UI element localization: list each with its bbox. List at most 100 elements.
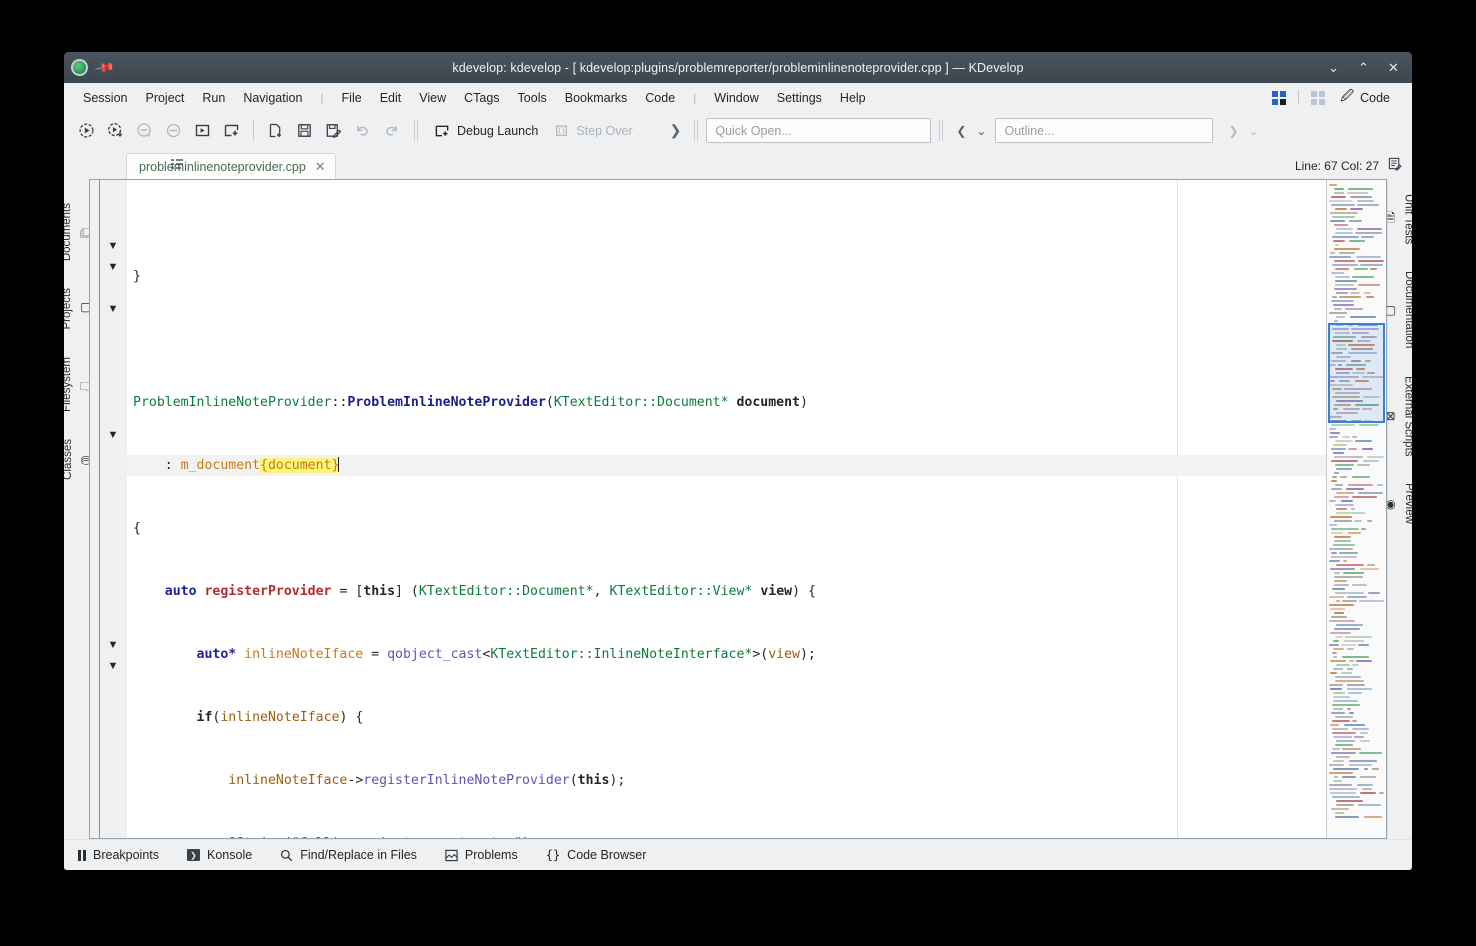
close-button[interactable]: ✕ bbox=[1386, 61, 1401, 74]
close-icon[interactable]: ✕ bbox=[315, 160, 326, 173]
debug-icon[interactable] bbox=[101, 118, 130, 144]
minimap-line bbox=[1335, 280, 1357, 282]
maximize-button[interactable]: ⌃ bbox=[1356, 61, 1371, 74]
minimap-line bbox=[1362, 448, 1373, 450]
sidebar-item-documents[interactable]: 🗇 Documents bbox=[64, 185, 92, 270]
fold-marker[interactable]: ▼ bbox=[106, 635, 120, 656]
minimap-line bbox=[1347, 648, 1354, 650]
tab-probleminlinenoteprovider-cpp[interactable]: probleminlinenoteprovider.cpp ✕ bbox=[126, 153, 336, 179]
editor-minimap[interactable] bbox=[1326, 180, 1386, 838]
minimap-line bbox=[1333, 760, 1344, 762]
bottombar-item-problems[interactable]: Problems bbox=[445, 848, 518, 862]
debug-launch-button[interactable]: Debug Launch bbox=[426, 120, 546, 142]
pause-icon bbox=[78, 849, 86, 861]
menu-file[interactable]: File bbox=[333, 88, 371, 108]
save-as-icon[interactable] bbox=[319, 118, 348, 144]
quick-open-input[interactable]: Quick Open... bbox=[706, 118, 932, 143]
area-mode-button[interactable]: 🖉 Code bbox=[1334, 87, 1396, 109]
menu-bookmarks[interactable]: Bookmarks bbox=[556, 88, 637, 108]
menu-view[interactable]: View bbox=[410, 88, 455, 108]
sidebar-item-projects[interactable]: ▢ Projects bbox=[64, 270, 92, 339]
minimap-viewport[interactable] bbox=[1328, 323, 1385, 423]
minimap-line bbox=[1377, 484, 1383, 486]
minimap-line bbox=[1330, 660, 1346, 662]
minimap-line bbox=[1348, 188, 1373, 190]
menu-run[interactable]: Run bbox=[193, 88, 234, 108]
minimize-button[interactable]: ⌄ bbox=[1326, 61, 1341, 74]
area-mode-label: Code bbox=[1360, 90, 1390, 105]
minimap-line bbox=[1341, 500, 1353, 502]
toolbar-overflow-button[interactable]: ❯ bbox=[665, 122, 687, 139]
minimap-line bbox=[1331, 424, 1355, 426]
editor-folding-column[interactable]: ▼ ▼ ▼ ▼ ▼ ▼ bbox=[100, 180, 127, 838]
menu-navigation[interactable]: Navigation bbox=[234, 88, 311, 108]
minimap-line bbox=[1335, 440, 1353, 442]
code-line: } bbox=[133, 269, 141, 284]
minimap-line bbox=[1333, 692, 1345, 694]
search-icon bbox=[280, 849, 293, 862]
new-file-icon[interactable] bbox=[261, 118, 290, 144]
minimap-line bbox=[1334, 540, 1351, 542]
menu-help[interactable]: Help bbox=[831, 88, 875, 108]
sidebar-item-unit-tests[interactable]: 🗎 Unit Tests bbox=[1386, 185, 1412, 262]
run-current-icon[interactable] bbox=[188, 118, 217, 144]
outline-input[interactable]: Outline... bbox=[995, 118, 1214, 143]
minimap-line bbox=[1330, 688, 1342, 690]
edit-mode-icon[interactable] bbox=[1388, 157, 1402, 174]
bottombar-item-code-browser[interactable]: {} Code Browser bbox=[546, 848, 647, 862]
minimap-line bbox=[1334, 288, 1357, 290]
fold-marker[interactable]: ▼ bbox=[106, 299, 120, 320]
nav-forward-menu-button[interactable]: ⌄ bbox=[1244, 124, 1264, 138]
minimap-line bbox=[1359, 424, 1379, 426]
minimap-line bbox=[1329, 560, 1340, 562]
fold-marker[interactable]: ▼ bbox=[106, 656, 120, 677]
sidebar-item-filesystem[interactable]: 🗀 Filesystem bbox=[64, 339, 92, 421]
minimap-line bbox=[1329, 436, 1338, 438]
sidebar-item-preview[interactable]: ◉ Preview bbox=[1385, 474, 1412, 542]
minimap-line bbox=[1333, 640, 1339, 642]
grid-active-icon[interactable] bbox=[1272, 90, 1287, 105]
bottombar-item-find-replace[interactable]: Find/Replace in Files bbox=[280, 848, 417, 862]
bottombar-item-breakpoints[interactable]: Breakpoints bbox=[78, 848, 159, 862]
bottombar-item-label: Konsole bbox=[207, 848, 253, 862]
minimap-line bbox=[1364, 768, 1368, 770]
code-editor[interactable]: ▼ ▼ ▼ ▼ ▼ ▼ } ProblemInlineNoteProvider:… bbox=[89, 179, 1387, 839]
sidebar-item-documentation[interactable]: ▢ Documentation bbox=[1385, 262, 1412, 366]
configure-launches-icon[interactable] bbox=[217, 118, 246, 144]
grid-dim-icon[interactable] bbox=[1311, 90, 1326, 105]
fold-marker[interactable]: ▼ bbox=[106, 257, 120, 278]
code-line: { bbox=[133, 521, 141, 536]
document-list-icon[interactable] bbox=[170, 158, 184, 173]
menu-window[interactable]: Window bbox=[705, 88, 767, 108]
minimap-line bbox=[1335, 816, 1359, 818]
pin-icon[interactable]: 📌 bbox=[94, 57, 116, 79]
sidebar-item-classes[interactable]: ⛁ Classes bbox=[64, 421, 91, 489]
fold-marker[interactable]: ▼ bbox=[106, 425, 120, 446]
main-toolbar: Debug Launch {} Step Over ❯ Quick Open..… bbox=[64, 112, 1412, 149]
minimap-line bbox=[1357, 200, 1374, 202]
menu-tools[interactable]: Tools bbox=[509, 88, 556, 108]
bottombar-item-konsole[interactable]: ❯ Konsole bbox=[187, 848, 252, 862]
sidebar-item-external-scripts[interactable]: ⊠ External Scripts bbox=[1385, 367, 1412, 475]
step-over-label: Step Over bbox=[576, 123, 633, 138]
editor-icon-border[interactable] bbox=[90, 180, 100, 838]
menu-settings[interactable]: Settings bbox=[768, 88, 831, 108]
nav-forward-button[interactable]: ❯ bbox=[1223, 124, 1243, 138]
debug-launch-label: Debug Launch bbox=[457, 123, 539, 138]
minimap-line bbox=[1367, 520, 1372, 522]
minimap-line bbox=[1335, 680, 1364, 682]
menu-project[interactable]: Project bbox=[136, 88, 193, 108]
minimap-line bbox=[1336, 316, 1345, 318]
menu-session[interactable]: Session bbox=[74, 88, 136, 108]
minimap-line bbox=[1334, 496, 1349, 498]
nav-back-menu-button[interactable]: ⌄ bbox=[971, 124, 991, 138]
menu-ctags[interactable]: CTags bbox=[455, 88, 508, 108]
save-icon[interactable] bbox=[290, 118, 319, 144]
code-line: if(inlineNoteIface) { bbox=[133, 710, 364, 725]
nav-back-button[interactable]: ❮ bbox=[951, 124, 971, 138]
execute-icon[interactable] bbox=[72, 118, 101, 144]
fold-marker[interactable]: ▼ bbox=[106, 236, 120, 257]
menu-code[interactable]: Code bbox=[636, 88, 684, 108]
editor-text-area[interactable]: } ProblemInlineNoteProvider::ProblemInli… bbox=[127, 180, 1326, 838]
menu-edit[interactable]: Edit bbox=[371, 88, 411, 108]
